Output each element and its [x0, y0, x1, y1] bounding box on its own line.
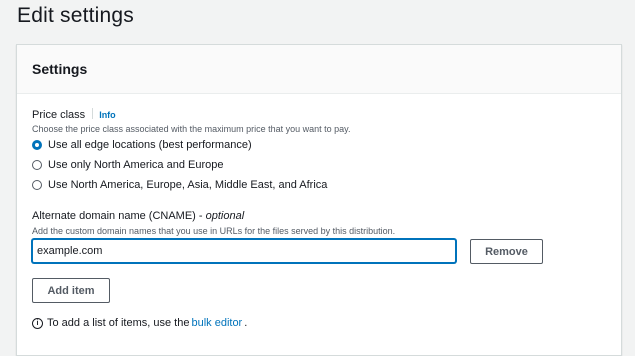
cname-label: Alternate domain name (CNAME) - optional — [32, 210, 245, 222]
settings-panel: Settings Price class Info Choose the pric… — [16, 44, 622, 356]
label-divider — [92, 108, 94, 119]
optional-tag: optional — [205, 210, 245, 222]
cname-label-text: Alternate domain name (CNAME) — [32, 210, 196, 222]
cname-input[interactable] — [32, 239, 456, 263]
price-class-description: Choose the price class associated with t… — [32, 124, 351, 134]
price-class-label-row: Price class Info — [32, 108, 116, 121]
info-circle-icon: i — [32, 317, 43, 329]
radio-label: Use North America, Europe, Asia, Middle … — [48, 179, 328, 191]
bulk-editor-note: i To add a list of items, use the bulk e… — [32, 317, 247, 329]
page-title: Edit settings — [17, 4, 134, 27]
radio-option-na-eu-asia[interactable]: Use North America, Europe, Asia, Middle … — [32, 179, 327, 191]
radio-label: Use only North America and Europe — [48, 159, 224, 171]
bulk-editor-link[interactable]: bulk editor — [191, 317, 242, 329]
radio-option-na-europe[interactable]: Use only North America and Europe — [32, 159, 223, 171]
cname-description: Add the custom domain names that you use… — [32, 226, 396, 236]
radio-button[interactable] — [32, 160, 42, 170]
radio-button-selected[interactable] — [32, 140, 42, 150]
radio-option-all-edge[interactable]: Use all edge locations (best performance… — [32, 139, 252, 151]
note-suffix: . — [244, 317, 248, 329]
radio-label: Use all edge locations (best performance… — [48, 139, 252, 151]
note-prefix: To add a list of items, use the — [47, 317, 190, 329]
price-class-label: Price class — [32, 109, 86, 121]
remove-button[interactable]: Remove — [470, 239, 543, 264]
panel-header — [17, 45, 621, 94]
add-item-button[interactable]: Add item — [32, 278, 110, 303]
price-class-info-link[interactable]: Info — [99, 110, 116, 120]
panel-title: Settings — [32, 61, 88, 77]
radio-button[interactable] — [32, 180, 42, 190]
